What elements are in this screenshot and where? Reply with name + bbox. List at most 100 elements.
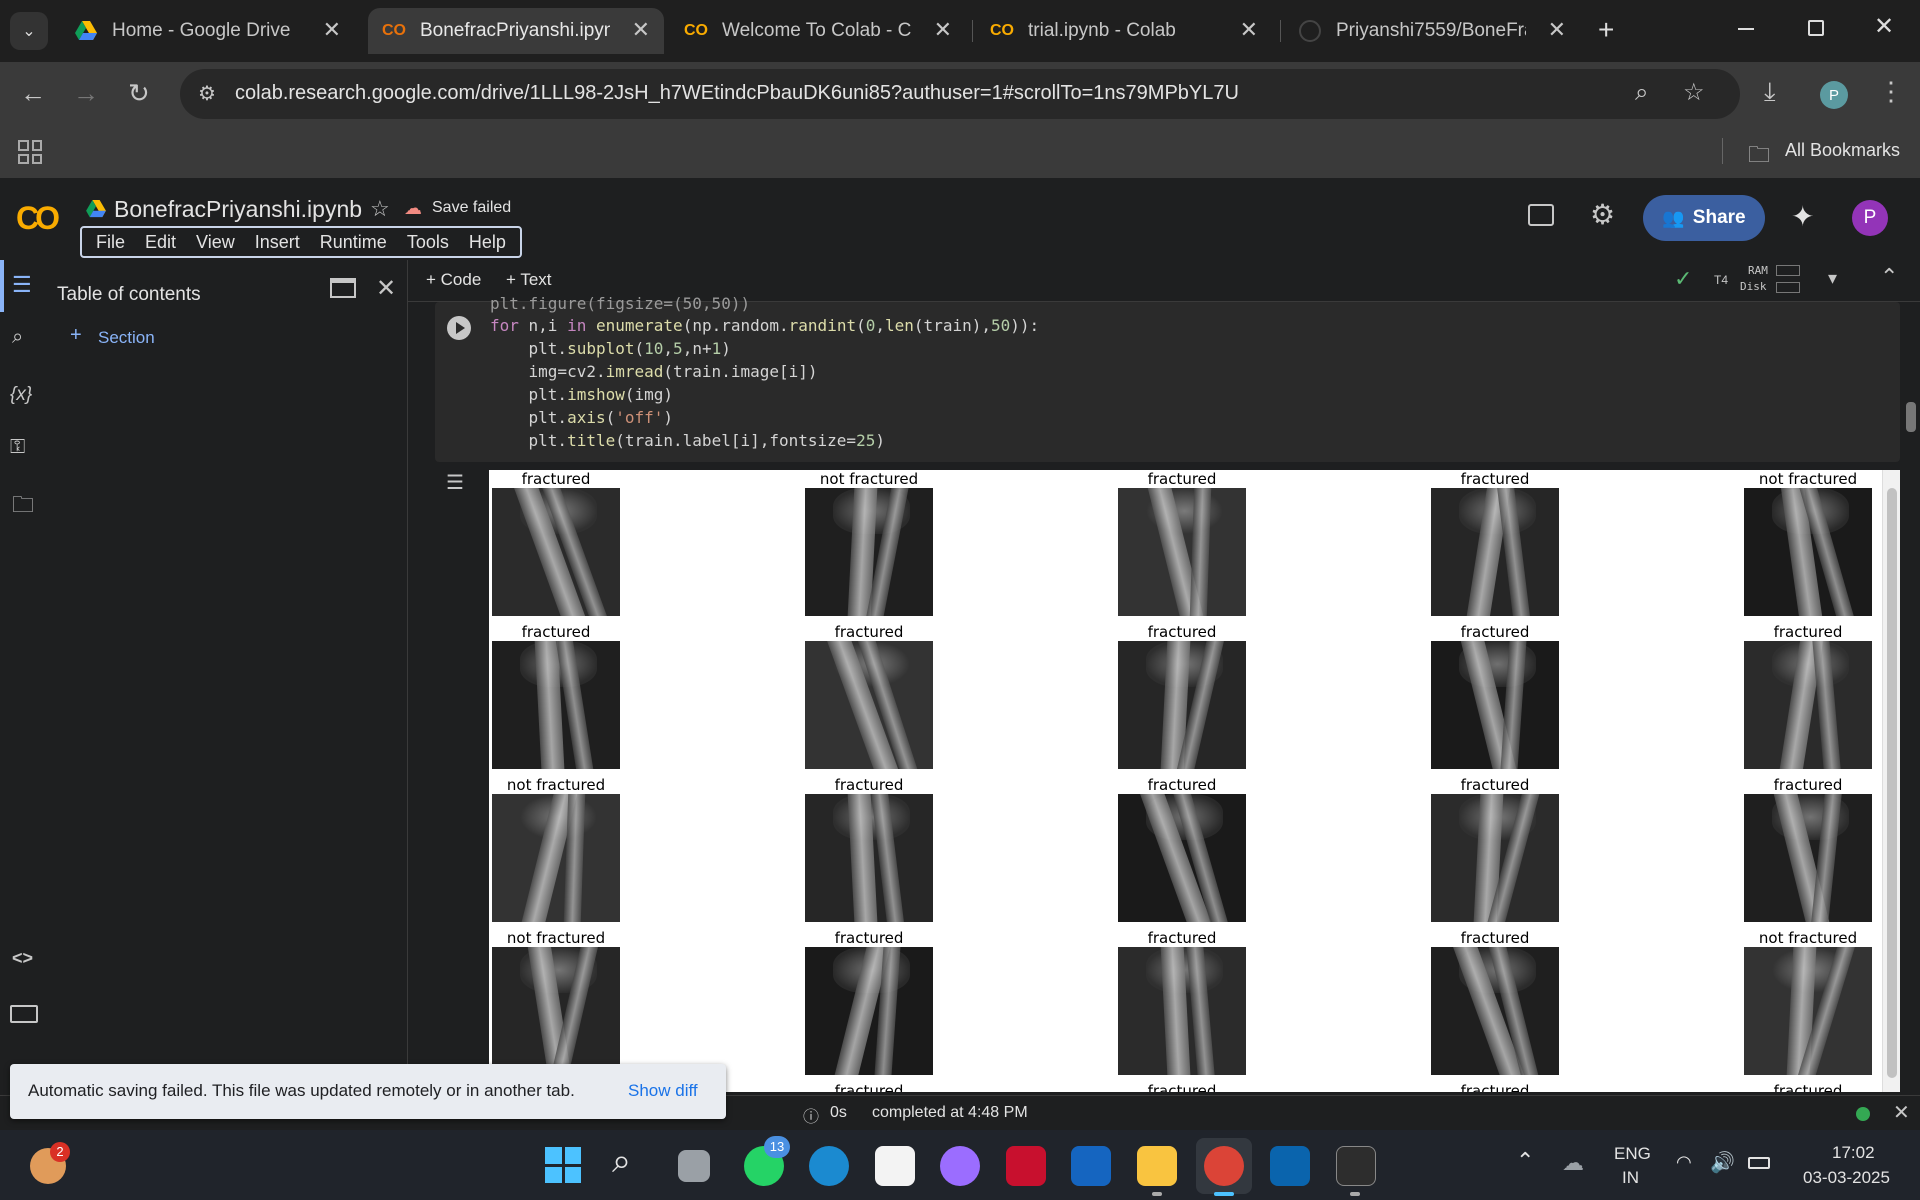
menu-help[interactable]: Help <box>459 232 516 253</box>
copilot-icon[interactable] <box>940 1146 980 1186</box>
tab-github-repo[interactable]: Priyanshi7559/BoneFractu ✕ <box>1284 8 1580 54</box>
key-icon[interactable]: ⚿ <box>10 436 25 459</box>
image-title: fractured <box>1147 776 1217 794</box>
folder-icon[interactable]: 🗀 <box>12 488 34 526</box>
language-line1[interactable]: ENG <box>1614 1144 1651 1164</box>
close-icon[interactable]: ✕ <box>376 274 396 303</box>
reload-icon[interactable]: ↻ <box>128 80 150 106</box>
run-cell-button[interactable] <box>447 316 471 340</box>
comments-icon[interactable] <box>1528 204 1554 226</box>
task-view-icon[interactable] <box>678 1150 710 1182</box>
tab-bonefrac-notebook[interactable]: CO BonefracPriyanshi.ipynb ✕ <box>368 8 664 54</box>
collapse-header-icon[interactable]: ⌃ <box>1880 264 1898 290</box>
menu-runtime[interactable]: Runtime <box>310 232 397 253</box>
close-icon[interactable]: ✕ <box>1893 1100 1910 1125</box>
volume-icon[interactable]: 🔊 <box>1710 1150 1735 1175</box>
open-in-tab-icon[interactable] <box>330 278 356 298</box>
restore-icon[interactable] <box>1808 20 1824 36</box>
battery-icon[interactable] <box>1748 1157 1770 1169</box>
add-code-button[interactable]: + Code <box>426 270 481 290</box>
window-close-icon[interactable]: ✕ <box>1874 12 1894 41</box>
new-tab-icon[interactable]: + <box>1598 14 1614 46</box>
tab-search-button[interactable]: ⌄ <box>10 12 48 50</box>
outlook-icon[interactable] <box>1270 1146 1310 1186</box>
variables-icon[interactable]: {x} <box>10 384 32 406</box>
runtime-type[interactable]: T4 <box>1714 273 1728 287</box>
notebook-scrollbar[interactable] <box>1904 302 1918 1092</box>
close-icon[interactable]: ✕ <box>323 18 341 42</box>
start-button-icon[interactable] <box>545 1147 581 1183</box>
tab-welcome-colab[interactable]: CO Welcome To Colab - Cola ✕ <box>670 8 966 54</box>
menu-file[interactable]: File <box>86 232 135 253</box>
find-icon[interactable]: ⌕ <box>12 326 23 349</box>
tab-trial-notebook[interactable]: CO trial.ipynb - Colab ✕ <box>976 8 1272 54</box>
output-options-icon[interactable]: ☰ <box>446 470 464 495</box>
settings-gear-icon[interactable]: ⚙ <box>1590 198 1615 231</box>
file-explorer-icon[interactable] <box>1137 1146 1177 1186</box>
apps-grid-icon[interactable] <box>18 140 42 164</box>
edge-icon[interactable] <box>809 1146 849 1186</box>
cloud-off-icon: ☁ <box>404 198 422 218</box>
xray-image <box>1744 794 1872 922</box>
notebook-title[interactable]: BonefracPriyanshi.ipynb <box>114 196 362 223</box>
output-scrollbar[interactable] <box>1882 470 1900 1092</box>
share-button[interactable]: 👥 Share <box>1643 195 1765 241</box>
menu-tools[interactable]: Tools <box>397 232 459 253</box>
chrome-icon[interactable] <box>1204 1146 1244 1186</box>
toc-icon[interactable] <box>0 260 4 312</box>
all-bookmarks-link[interactable]: All Bookmarks <box>1785 140 1900 161</box>
save-status[interactable]: Save failed <box>432 199 511 217</box>
download-icon[interactable]: ⤓ <box>1764 78 1776 104</box>
clock-date[interactable]: 03-03-2025 <box>1803 1168 1890 1188</box>
menu-insert[interactable]: Insert <box>245 232 310 253</box>
folder-icon: 🗀 <box>1748 142 1771 167</box>
code-cell[interactable]: plt.figure(figsize=(50,50)) for n,i in e… <box>435 294 1900 462</box>
clock-time[interactable]: 17:02 <box>1832 1143 1875 1163</box>
disk-meter[interactable] <box>1776 282 1800 293</box>
microsoft-store-icon[interactable] <box>875 1146 915 1186</box>
browser-profile-avatar[interactable]: P <box>1820 81 1848 109</box>
forward-icon[interactable]: → <box>73 80 99 106</box>
language-line2[interactable]: IN <box>1622 1168 1639 1188</box>
close-icon[interactable]: ✕ <box>934 18 952 42</box>
list-icon[interactable]: ☰ <box>12 272 32 298</box>
add-section-icon[interactable]: + <box>70 324 82 347</box>
image-title: fractured <box>1147 1082 1217 1092</box>
colab-logo[interactable]: CO <box>16 200 60 237</box>
close-icon[interactable]: ✕ <box>1240 18 1258 42</box>
star-icon[interactable]: ☆ <box>370 196 390 222</box>
bookmark-star-icon[interactable]: ☆ <box>1683 78 1705 107</box>
command-palette-icon[interactable] <box>10 1005 38 1023</box>
execution-time[interactable]: 0s <box>830 1104 847 1122</box>
connected-check-icon: ✓ <box>1674 266 1693 291</box>
show-diff-link[interactable]: Show diff <box>628 1081 698 1101</box>
chevron-down-icon[interactable]: ▾ <box>1828 268 1837 289</box>
minimize-icon[interactable] <box>1738 28 1754 30</box>
mcafee-icon[interactable] <box>1006 1146 1046 1186</box>
account-avatar[interactable]: P <box>1852 200 1888 236</box>
wifi-icon[interactable]: ◠ <box>1676 1152 1692 1173</box>
onedrive-error-icon[interactable]: ☁ <box>1562 1150 1584 1176</box>
url-text[interactable]: colab.research.google.com/drive/1LLL98-2… <box>235 82 1239 105</box>
code-snippets-icon[interactable]: <> <box>12 948 33 969</box>
back-icon[interactable]: ← <box>20 80 46 106</box>
add-section-button[interactable]: Section <box>98 328 155 348</box>
search-icon[interactable]: ⌕ <box>612 1142 631 1181</box>
app-icon[interactable] <box>1071 1146 1111 1186</box>
close-icon[interactable]: ✕ <box>1548 18 1566 42</box>
terminal-icon[interactable] <box>1336 1146 1376 1186</box>
weather-badge: 2 <box>50 1142 70 1162</box>
tab-divider <box>1280 20 1281 42</box>
site-info-icon[interactable]: ⚙ <box>198 81 216 106</box>
close-icon[interactable]: ✕ <box>632 18 650 42</box>
ram-meter[interactable] <box>1776 265 1800 276</box>
address-bar[interactable]: ⚙ colab.research.google.com/drive/1LLL98… <box>180 69 1740 119</box>
browser-menu-icon[interactable]: ⋮ <box>1878 78 1904 104</box>
chevron-up-icon[interactable]: ⌃ <box>1516 1148 1534 1174</box>
add-text-button[interactable]: + Text <box>506 270 552 290</box>
menu-edit[interactable]: Edit <box>135 232 186 253</box>
menu-view[interactable]: View <box>186 232 245 253</box>
gemini-sparkle-icon[interactable]: ✦ <box>1791 200 1814 233</box>
tab-google-drive[interactable]: Home - Google Drive ✕ <box>60 8 355 54</box>
zoom-icon[interactable]: ⌕ <box>1635 79 1648 107</box>
